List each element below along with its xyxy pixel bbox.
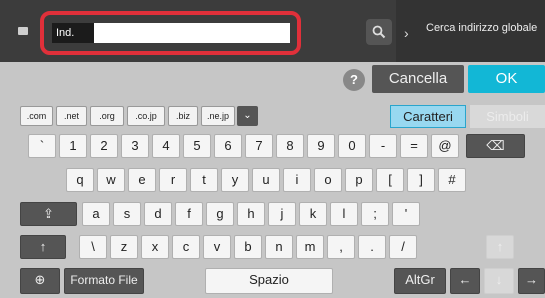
key[interactable]: m xyxy=(296,235,324,259)
globe-icon: ⊕ xyxy=(34,272,46,287)
key[interactable]: [ xyxy=(376,168,404,192)
menu-button[interactable] xyxy=(8,18,38,44)
key[interactable]: 7 xyxy=(245,134,273,158)
key[interactable]: a xyxy=(82,202,110,226)
domain-key-biz[interactable]: .biz xyxy=(168,106,198,126)
key[interactable]: 9 xyxy=(307,134,335,158)
key[interactable]: ` xyxy=(28,134,56,158)
keyboard-screen: Ind. › Cerca indirizzo globale ? Cancell… xyxy=(0,0,545,298)
key[interactable]: ; xyxy=(361,202,389,226)
key[interactable]: k xyxy=(299,202,327,226)
global-address-search-label: Cerca indirizzo globale xyxy=(426,22,538,34)
shift-icon: ↑ xyxy=(39,239,47,254)
key[interactable]: h xyxy=(237,202,265,226)
key[interactable]: 5 xyxy=(183,134,211,158)
key[interactable]: = xyxy=(400,134,428,158)
caps-lock-icon: ⇪ xyxy=(43,206,54,221)
chevron-down-icon[interactable]: ⌄ xyxy=(237,106,258,126)
search-button[interactable] xyxy=(366,19,392,45)
key[interactable]: l xyxy=(330,202,358,226)
domain-key-cojp[interactable]: .co.jp xyxy=(127,106,165,126)
key[interactable]: p xyxy=(345,168,373,192)
chevron-right-icon: › xyxy=(404,25,409,41)
arrow-down-button[interactable]: ↓ xyxy=(484,268,514,294)
key[interactable]: c xyxy=(172,235,200,259)
key[interactable]: z xyxy=(110,235,138,259)
global-address-search-button[interactable]: › Cerca indirizzo globale xyxy=(396,0,545,62)
address-input-highlight: Ind. xyxy=(40,11,301,55)
key[interactable]: e xyxy=(128,168,156,192)
arrow-up-button[interactable]: ↑ xyxy=(486,235,514,259)
key[interactable]: . xyxy=(358,235,386,259)
shift-button[interactable]: ↑ xyxy=(20,235,66,259)
key[interactable]: , xyxy=(327,235,355,259)
key[interactable]: 1 xyxy=(59,134,87,158)
key[interactable]: o xyxy=(314,168,342,192)
keyboard-panel: ? Cancella OK .com .net .org .co.jp .biz… xyxy=(0,62,545,298)
arrow-down-icon: ↓ xyxy=(495,272,503,287)
tab-symbols[interactable]: Simboli xyxy=(470,105,545,128)
key[interactable]: u xyxy=(252,168,280,192)
arrow-right-icon: → xyxy=(525,272,538,287)
arrow-right-button[interactable]: → xyxy=(518,268,545,294)
arrow-left-icon: ← xyxy=(458,272,472,287)
key[interactable]: q xyxy=(66,168,94,192)
tab-characters[interactable]: Caratteri xyxy=(390,105,466,128)
search-icon xyxy=(372,25,386,39)
key[interactable]: 8 xyxy=(276,134,304,158)
cancel-button[interactable]: Cancella xyxy=(372,65,464,93)
key[interactable]: y xyxy=(221,168,249,192)
key[interactable]: v xyxy=(203,235,231,259)
key[interactable]: ] xyxy=(407,168,435,192)
key[interactable]: 4 xyxy=(152,134,180,158)
backspace-button[interactable]: ⌫ xyxy=(466,134,525,158)
key[interactable]: s xyxy=(113,202,141,226)
key[interactable]: x xyxy=(141,235,169,259)
key[interactable]: i xyxy=(283,168,311,192)
address-input[interactable] xyxy=(94,23,290,43)
key[interactable]: r xyxy=(159,168,187,192)
backspace-icon: ⌫ xyxy=(486,138,505,153)
arrow-up-icon: ↑ xyxy=(496,239,504,254)
key[interactable]: 2 xyxy=(90,134,118,158)
key[interactable]: # xyxy=(438,168,466,192)
key[interactable]: 6 xyxy=(214,134,242,158)
key[interactable]: n xyxy=(265,235,293,259)
file-format-button[interactable]: Formato File xyxy=(64,268,144,294)
key[interactable]: g xyxy=(206,202,234,226)
address-field-label: Ind. xyxy=(52,23,94,43)
domain-key-net[interactable]: .net xyxy=(56,106,87,126)
key[interactable]: - xyxy=(369,134,397,158)
help-button[interactable]: ? xyxy=(343,69,365,91)
menu-icon xyxy=(18,27,28,35)
language-button[interactable]: ⊕ xyxy=(20,268,60,294)
ok-button[interactable]: OK xyxy=(468,65,545,93)
key[interactable]: d xyxy=(144,202,172,226)
arrow-left-button[interactable]: ← xyxy=(450,268,480,294)
key[interactable]: t xyxy=(190,168,218,192)
domain-key-org[interactable]: .org xyxy=(90,106,124,126)
key[interactable]: / xyxy=(389,235,417,259)
domain-key-nejp[interactable]: .ne.jp xyxy=(201,106,235,126)
space-button[interactable]: Spazio xyxy=(205,268,333,294)
key[interactable]: b xyxy=(234,235,262,259)
altgr-button[interactable]: AltGr xyxy=(394,268,446,294)
key[interactable]: 0 xyxy=(338,134,366,158)
key[interactable]: j xyxy=(268,202,296,226)
caps-lock-button[interactable]: ⇪ xyxy=(20,202,77,226)
key[interactable]: ' xyxy=(392,202,420,226)
key[interactable]: f xyxy=(175,202,203,226)
key[interactable]: @ xyxy=(431,134,459,158)
domain-key-com[interactable]: .com xyxy=(20,106,53,126)
key[interactable]: \ xyxy=(79,235,107,259)
address-bar: Ind. › Cerca indirizzo globale xyxy=(0,0,545,62)
key[interactable]: w xyxy=(97,168,125,192)
key[interactable]: 3 xyxy=(121,134,149,158)
